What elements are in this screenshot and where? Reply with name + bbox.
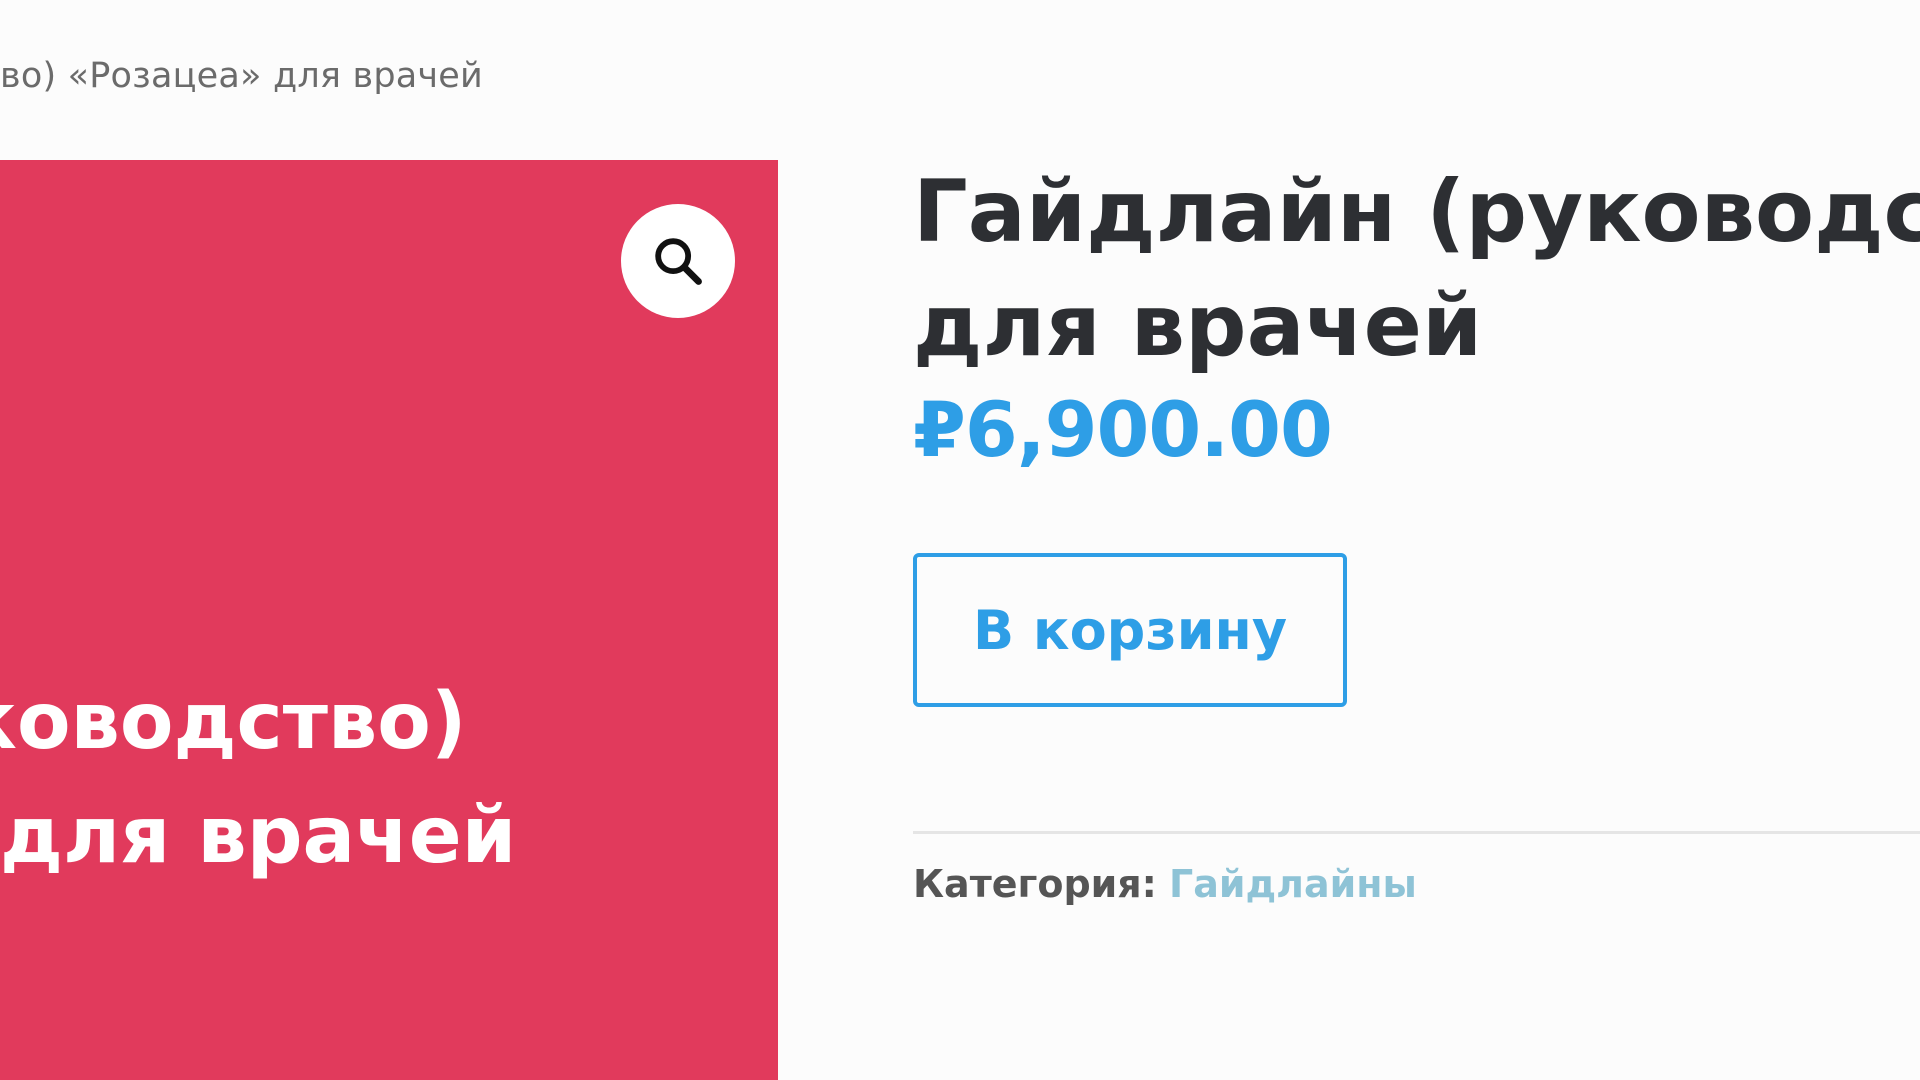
- category-label: Категория:: [913, 862, 1157, 906]
- product-title: Гайдлайн (руководство для врачей: [913, 155, 1920, 383]
- product-title-line1: Гайдлайн (руководство: [913, 162, 1920, 262]
- breadcrumb: во) «Розацеа» для врачей: [0, 56, 483, 96]
- product-image-text-line1: ководство): [0, 677, 467, 767]
- product-meta: Категория: Гайдлайны: [913, 862, 1417, 906]
- add-to-cart-button[interactable]: В корзину: [913, 553, 1347, 707]
- product-price: ₽6,900.00: [913, 385, 1333, 474]
- product-image-text-line2: для врачей: [0, 791, 517, 881]
- product-page: во) «Розацеа» для врачей ководство) для …: [0, 0, 1920, 1080]
- product-title-line2: для врачей: [913, 276, 1483, 376]
- breadcrumb-current: во) «Розацеа» для врачей: [0, 56, 483, 96]
- divider: [913, 831, 1920, 834]
- search-icon: [655, 238, 702, 285]
- category-link[interactable]: Гайдлайны: [1169, 862, 1417, 906]
- product-image-text: ководство) для врачей: [0, 665, 516, 893]
- image-zoom-button[interactable]: [621, 204, 735, 318]
